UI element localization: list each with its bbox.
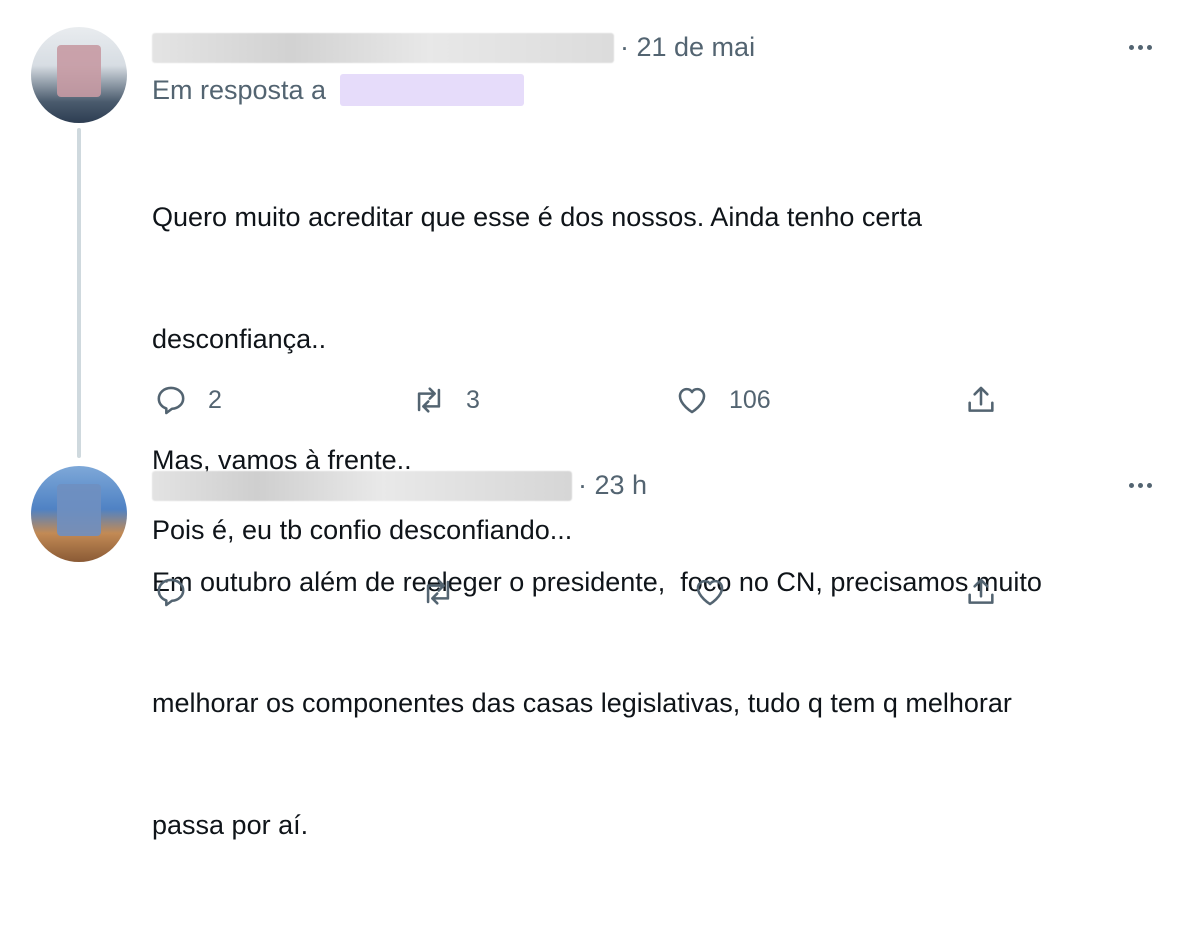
reply-icon	[157, 386, 185, 415]
like-button[interactable]	[693, 575, 727, 609]
share-button[interactable]	[964, 575, 998, 609]
tweet-line: melhorar os componentes das casas legisl…	[152, 688, 1012, 718]
avatar[interactable]	[31, 27, 127, 123]
like-count: 106	[729, 385, 771, 414]
tweet-line: Em outubro além de reeleger o presidente…	[152, 566, 1042, 597]
heart-icon	[696, 579, 724, 606]
tweet-line: passa por aí.	[152, 809, 309, 840]
thread-connector	[77, 128, 81, 458]
avatar-redaction	[57, 45, 101, 97]
more-icon[interactable]	[1129, 483, 1152, 488]
like-button[interactable]: 106	[675, 383, 771, 417]
reply-button[interactable]: 2	[154, 383, 222, 417]
retweet-button[interactable]	[421, 575, 455, 609]
retweet-button[interactable]: 3	[412, 383, 480, 417]
tweet-header: · 23 h	[152, 470, 647, 501]
share-icon	[968, 578, 994, 604]
author-name-redacted[interactable]	[152, 470, 572, 501]
share-icon	[968, 386, 994, 412]
author-name-redacted[interactable]	[152, 32, 614, 63]
reply-button[interactable]	[154, 575, 188, 609]
heart-icon	[678, 387, 706, 414]
timestamp[interactable]: · 23 h	[578, 470, 647, 501]
tweet-text: Pois é, eu tb confio desconfiando...	[152, 515, 573, 545]
timestamp[interactable]: · 21 de mai	[620, 32, 755, 63]
reply-icon	[157, 578, 185, 607]
retweet-icon	[417, 387, 441, 413]
retweet-icon	[426, 579, 450, 605]
reply-context: Em resposta a	[152, 74, 525, 106]
retweet-count: 3	[466, 385, 480, 414]
tweet-line: desconfiança..	[152, 323, 327, 354]
reply-count: 2	[208, 385, 222, 414]
share-button[interactable]	[964, 383, 998, 417]
avatar-redaction	[57, 484, 101, 536]
reply-prefix: Em resposta a	[152, 74, 327, 105]
more-icon[interactable]	[1129, 45, 1152, 50]
mention-redacted[interactable]	[340, 74, 525, 106]
tweet-header: · 21 de mai	[152, 32, 755, 63]
avatar[interactable]	[31, 466, 127, 562]
tweet-line: Quero muito acreditar que esse é dos nos…	[152, 202, 922, 232]
